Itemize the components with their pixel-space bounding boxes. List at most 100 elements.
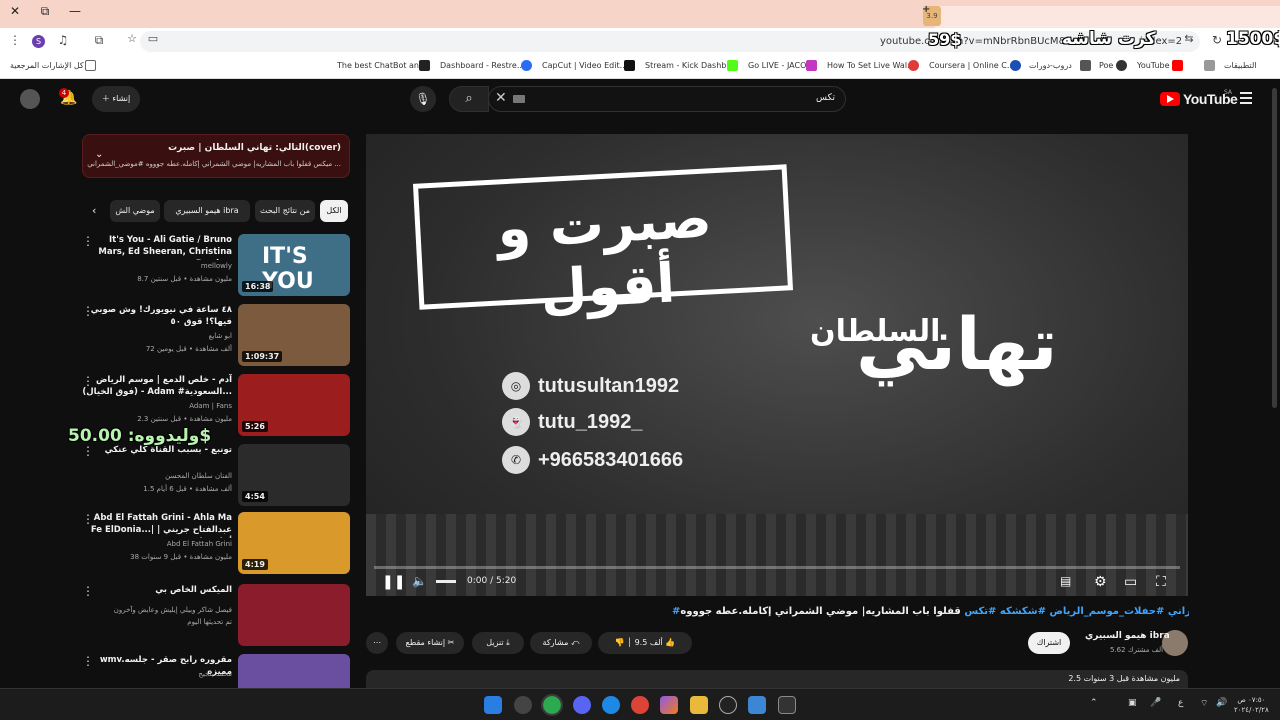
start-icon[interactable] xyxy=(484,696,502,714)
video-progress-bar[interactable] xyxy=(374,566,1180,569)
close-window-icon[interactable]: ✕ xyxy=(5,4,25,18)
account-avatar[interactable] xyxy=(20,89,40,109)
bookmark-kick[interactable]: Stream - Kick Dashb... xyxy=(645,61,734,70)
like-icon[interactable]: 👍 xyxy=(665,638,675,647)
fullscreen-icon[interactable]: ⛶ xyxy=(1156,574,1166,590)
bookmark-coursera[interactable]: Coursera | Online C... xyxy=(929,61,1014,70)
chip-all[interactable]: الكل xyxy=(320,200,348,222)
pause-icon[interactable]: ❚❚ xyxy=(382,574,405,590)
thumbnail[interactable]: 5:26 xyxy=(238,374,350,436)
more-actions-icon[interactable]: ⋯ xyxy=(366,632,388,654)
up-next-card[interactable]: التالي: تهاني السلطان | صبرت(cover) ميكس… xyxy=(82,134,350,178)
chevron-down-icon[interactable]: ⌄ xyxy=(95,149,103,160)
list-item[interactable]: الميكس الخاص بي فيصل شاكر وبيلي إيليش وع… xyxy=(68,584,350,648)
bookmark-capcut[interactable]: CapCut | Video Edit... xyxy=(542,61,627,70)
store-icon[interactable] xyxy=(748,696,766,714)
browser-menu-icon[interactable]: ⋮ xyxy=(6,33,24,47)
chrome-alt-icon[interactable] xyxy=(631,696,649,714)
settings-gear-icon[interactable]: ⚙ xyxy=(1094,574,1107,590)
bookmark-apps[interactable]: التطبيقات xyxy=(1224,61,1256,70)
item-title[interactable]: الميكس الخاص بي xyxy=(82,584,232,596)
minimize-window-icon[interactable]: — xyxy=(65,4,85,18)
cast-icon[interactable]: ▭ xyxy=(144,32,162,45)
url-bar[interactable]: ☆ ▭ youtube.co n?v=mNbrRbnBUcM&list inde… xyxy=(127,31,1200,52)
item-menu-icon[interactable]: ⋮ xyxy=(82,654,94,668)
search-input[interactable]: تكس ✕ xyxy=(488,86,846,112)
bookmark-live-wallpaper[interactable]: How To Set Live Wal... xyxy=(827,61,915,70)
list-item[interactable]: wmv.مقروره رابح صقر - جلسه مميزه محمد بل… xyxy=(68,654,350,688)
speaker-icon[interactable]: 🔊 xyxy=(1216,698,1227,708)
item-channel[interactable]: فيصل شاكر وبيلي إيليش وعايض وآخرون xyxy=(114,606,232,614)
clip-button[interactable]: إنشاء مقطع ✂ xyxy=(396,632,464,654)
list-item[interactable]: 4:19 Abd El Fattah Grini - Ahla Ma Fe El… xyxy=(68,512,350,576)
item-title[interactable]: It's You - Ali Gatie / Bruno Mars, Ed Sh… xyxy=(82,234,232,260)
epic-games-icon[interactable] xyxy=(778,696,796,714)
bookmark-star-icon[interactable]: ☆ xyxy=(123,32,141,45)
file-explorer-icon[interactable] xyxy=(690,696,708,714)
list-item[interactable]: 4:54 تونبع - بسبب القناة كلي عنكي الفنان… xyxy=(68,444,350,508)
item-channel[interactable]: Adam | Fans xyxy=(189,402,232,410)
video-player[interactable]: صبرت و أقول تهاني السلطان ◎ tutusultan19… xyxy=(366,134,1188,596)
bookmark-poe[interactable]: Poe xyxy=(1099,61,1113,70)
create-button[interactable]: ＋ إنشاء xyxy=(92,86,140,112)
thumbnail[interactable] xyxy=(238,584,350,646)
language-indicator[interactable]: ع xyxy=(1178,698,1183,708)
volume-icon[interactable]: 🔈 xyxy=(412,574,427,588)
all-bookmarks[interactable]: كل الإشارات المرجعية xyxy=(10,61,84,70)
bookmark-restream[interactable]: Dashboard - Restre... xyxy=(440,61,524,70)
reload-icon[interactable]: ↻ xyxy=(1208,33,1226,47)
edge-icon[interactable] xyxy=(602,696,620,714)
subscribe-button[interactable]: اشتراك xyxy=(1028,632,1070,654)
bookmark-droob[interactable]: دروب-دورات xyxy=(1029,61,1072,70)
restore-window-icon[interactable]: ⧉ xyxy=(35,4,55,19)
theater-mode-icon[interactable]: ▭ xyxy=(1124,574,1137,590)
item-channel[interactable]: الفنان سلطان المحسن xyxy=(165,472,232,480)
bookmark-chatbot[interactable]: The best ChatBot an... xyxy=(337,61,427,70)
item-menu-icon[interactable]: ⋮ xyxy=(82,374,94,388)
thumbnail[interactable]: 1:09:37 xyxy=(238,304,350,366)
chip-channel[interactable]: هيمو السبيري ibra xyxy=(164,200,250,222)
like-count[interactable]: 9.5 ألف xyxy=(635,638,663,647)
wifi-icon[interactable]: ⌔ xyxy=(1200,698,1208,709)
bookmark-jaco[interactable]: Go LIVE - JACO xyxy=(748,61,806,70)
list-item[interactable]: IT'S YOU 16:38 It's You - Ali Gatie / Bru… xyxy=(68,234,350,298)
chip-from-search[interactable]: من نتائج البحث xyxy=(255,200,315,222)
bookmark-youtube[interactable]: YouTube xyxy=(1137,61,1170,70)
volume-slider[interactable] xyxy=(436,580,456,583)
copilot-icon[interactable] xyxy=(660,696,678,714)
search-button[interactable]: ⌕ xyxy=(449,86,489,112)
channel-name[interactable]: هيمو السبيري ibra xyxy=(1085,631,1170,641)
microphone-tray-icon[interactable]: 🎤 xyxy=(1150,698,1161,708)
tray-app-icon[interactable]: ▣ xyxy=(1128,698,1137,708)
thumbnail[interactable]: 4:54 xyxy=(238,444,350,506)
item-menu-icon[interactable]: ⋮ xyxy=(82,304,94,318)
tab-strip[interactable] xyxy=(935,6,1280,28)
thumbnail[interactable] xyxy=(238,654,350,688)
chrome-icon[interactable] xyxy=(541,694,563,716)
clear-search-icon[interactable]: ✕ xyxy=(495,90,507,106)
download-button[interactable]: تنزيل ⤓ xyxy=(472,632,524,654)
chip-modi[interactable]: موضي الش xyxy=(110,200,160,222)
item-title[interactable]: ٤٨ ساعة في نيويورك! وش صوبي فيها؟! قوق ٥… xyxy=(82,304,232,328)
like-dislike-group[interactable]: 👎 │ 9.5 ألف 👍 xyxy=(598,632,692,654)
media-controls-icon[interactable]: ♫ xyxy=(54,33,72,47)
share-button[interactable]: مشاركة ⤺ xyxy=(530,632,592,654)
system-clock[interactable]: ٠٧:٥٠ ص ٢٠٢٤/٠٢/٢٨ xyxy=(1234,695,1269,715)
list-item[interactable]: 1:09:37 ٤٨ ساعة في نيويورك! وش صوبي فيها… xyxy=(68,304,350,368)
tray-overflow-icon[interactable]: ⌃ xyxy=(1090,698,1098,708)
youtube-logo[interactable]: YouTube SA xyxy=(1160,89,1238,107)
profile-avatar[interactable]: S xyxy=(32,35,45,48)
hamburger-menu-icon[interactable] xyxy=(1240,92,1252,107)
chips-scroll-left-icon[interactable]: ‹ xyxy=(92,204,96,217)
item-channel[interactable]: mellowly xyxy=(201,262,232,270)
thumbnail[interactable]: IT'S YOU 16:38 xyxy=(238,234,350,296)
item-channel[interactable]: محمد بلجيج xyxy=(198,670,232,678)
item-menu-icon[interactable]: ⋮ xyxy=(82,234,94,248)
item-title[interactable]: Abd El Fattah Grini - Ahla Ma Fe ElDonia… xyxy=(82,512,232,538)
thumbnail[interactable]: 4:19 xyxy=(238,512,350,574)
site-info-icon[interactable]: ⇆ xyxy=(1180,32,1198,45)
keyboard-icon[interactable] xyxy=(513,95,525,103)
item-menu-icon[interactable]: ⋮ xyxy=(82,512,94,526)
obs-icon[interactable] xyxy=(514,696,532,714)
subtitles-icon[interactable]: ▤ xyxy=(1060,574,1071,588)
